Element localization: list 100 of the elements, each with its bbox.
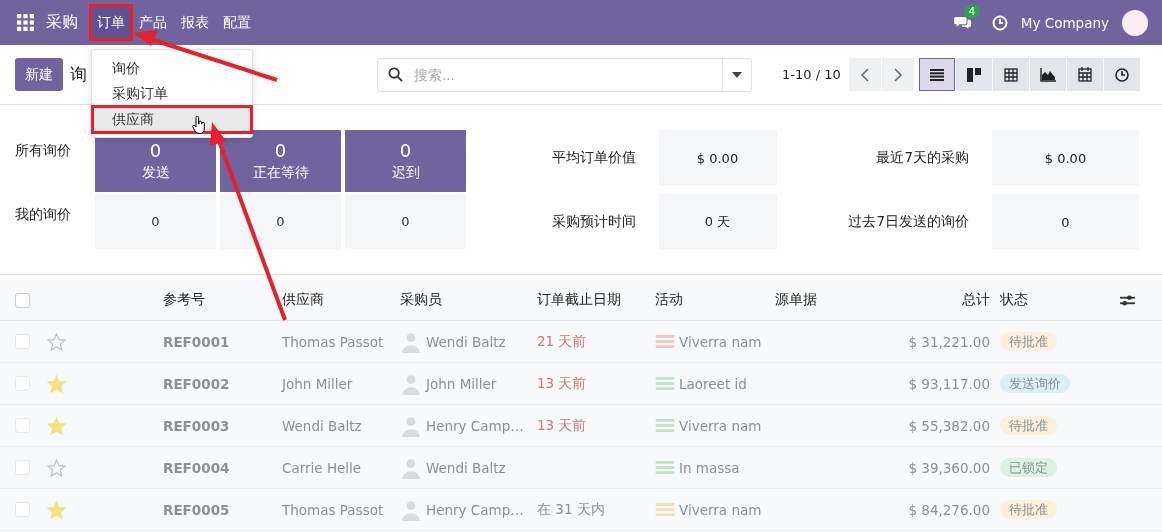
- apps-menu-icon[interactable]: [17, 14, 34, 31]
- star-icon[interactable]: [47, 332, 66, 351]
- clock-icon[interactable]: [991, 14, 1008, 31]
- row-checkbox[interactable]: [15, 334, 30, 349]
- stat-row-label: 所有询价: [15, 141, 72, 160]
- column-header[interactable]: 供应商: [282, 291, 400, 309]
- activity-view-button[interactable]: [1103, 58, 1140, 91]
- row-checkbox[interactable]: [15, 418, 30, 433]
- nav-menu-item[interactable]: 产品: [132, 5, 174, 40]
- person-icon: [400, 372, 422, 395]
- caret-icon[interactable]: [732, 71, 742, 78]
- stat-label: 平均订单价值: [550, 149, 636, 167]
- stat-tile[interactable]: 0 正在等待: [220, 130, 341, 192]
- activity-icon[interactable]: [655, 419, 675, 432]
- table-cell-text: $ 93,117.00: [907, 375, 991, 392]
- table-cell-text: REF0003: [163, 417, 231, 434]
- row-checkbox[interactable]: [15, 460, 30, 475]
- activity-summary: In massa: [679, 459, 740, 476]
- stat-row-label: 我的询价: [15, 205, 72, 224]
- pivot-view-button[interactable]: [992, 58, 1029, 91]
- person-icon: [400, 414, 422, 437]
- row-checkbox[interactable]: [15, 376, 30, 391]
- stat-tile[interactable]: 0 迟到: [345, 130, 466, 192]
- area-chart-icon: [1039, 67, 1056, 82]
- person-icon: [400, 498, 422, 521]
- activity-summary: Viverra nam: [679, 417, 762, 434]
- table-cell-text: $ 84,276.00: [907, 501, 991, 518]
- page-title: 询: [70, 63, 87, 86]
- kanban-icon: [966, 67, 981, 82]
- column-header[interactable]: 采购员: [400, 291, 537, 309]
- table-cell-text: Thomas Passot: [282, 333, 385, 350]
- graph-view-button[interactable]: [1029, 58, 1066, 91]
- table-cell-text: REF0001: [163, 333, 231, 350]
- stat-tile[interactable]: 0: [345, 194, 466, 249]
- column-header[interactable]: 源单据: [775, 291, 895, 309]
- row-checkbox[interactable]: [15, 502, 30, 517]
- stat-label: 采购预计时间: [550, 213, 636, 231]
- status-tag: 待批准: [1000, 331, 1057, 351]
- chevron-left-icon: [860, 67, 869, 82]
- person-icon: [400, 456, 422, 479]
- column-header[interactable]: 总计: [895, 291, 1000, 309]
- app-name[interactable]: 采购: [46, 12, 78, 33]
- status-tag: 已锁定: [1000, 457, 1057, 477]
- stat-tile[interactable]: 0: [95, 194, 216, 249]
- buyer-name: Wendi Baltz: [426, 333, 506, 350]
- list-view-button[interactable]: [918, 58, 955, 91]
- column-header[interactable]: 订单截止日期: [537, 291, 655, 309]
- star-icon[interactable]: [47, 374, 66, 393]
- message-count-badge: 4: [963, 5, 981, 18]
- new-button[interactable]: 新建: [15, 58, 63, 91]
- table-cell-text: $ 39,360.00: [907, 459, 991, 476]
- user-avatar[interactable]: [1122, 9, 1148, 36]
- column-header[interactable]: 参考号: [163, 291, 282, 309]
- activity-icon[interactable]: [655, 377, 675, 390]
- table-cell-text: Thomas Passot: [282, 501, 385, 518]
- table-cell-text: 在 31 天内: [537, 500, 606, 519]
- previous-page-button[interactable]: [848, 58, 881, 91]
- activity-summary: Laoreet id: [679, 375, 747, 392]
- nav-menu-item[interactable]: 订单: [90, 5, 132, 40]
- table-cell-text: $ 31,221.00: [907, 333, 991, 350]
- activity-summary: Viverra nam: [679, 501, 762, 518]
- dropdown-menu-item[interactable]: 供应商: [92, 106, 252, 133]
- status-tag: 发送询价: [1000, 373, 1070, 393]
- table-cell-text: REF0005: [163, 501, 231, 518]
- column-header[interactable]: 活动: [655, 291, 775, 309]
- select-all-checkbox[interactable]: [15, 292, 30, 308]
- star-icon[interactable]: [47, 458, 66, 477]
- nav-menu-item[interactable]: 配置: [216, 5, 258, 40]
- kanban-view-button[interactable]: [955, 58, 992, 91]
- table-cell-text: REF0004: [163, 459, 231, 476]
- buyer-name: Henry Camp…: [426, 417, 524, 434]
- company-name[interactable]: My Company: [1020, 14, 1109, 31]
- table-cell-text: 21 天前: [537, 332, 588, 351]
- stat-tile[interactable]: 0: [220, 194, 341, 249]
- table-cell-text: Carrie Helle: [282, 459, 363, 476]
- nav-menu-item[interactable]: 报表: [174, 5, 216, 40]
- calendar-view-button[interactable]: [1066, 58, 1103, 91]
- dropdown-menu-item[interactable]: 询价: [92, 56, 252, 81]
- star-icon[interactable]: [47, 500, 66, 519]
- status-tag: 待批准: [1000, 415, 1057, 435]
- dropdown-menu-item[interactable]: 采购订单: [92, 81, 252, 106]
- column-settings-icon[interactable]: [1120, 293, 1135, 307]
- activity-icon[interactable]: [655, 335, 675, 348]
- clock-icon: [1114, 67, 1129, 82]
- status-tag: 待批准: [1000, 499, 1057, 519]
- activity-icon[interactable]: [655, 461, 675, 474]
- stat-value: $ 0.00: [658, 130, 777, 186]
- pager-value[interactable]: 1-10 / 10: [782, 67, 841, 82]
- table-cell-text: 13 天前: [537, 416, 588, 435]
- column-header[interactable]: 状态: [1000, 291, 1120, 309]
- activity-icon[interactable]: [655, 503, 675, 516]
- stat-value: $ 0.00: [992, 130, 1139, 186]
- table-cell-text: John Miller: [282, 375, 354, 392]
- chat-icon[interactable]: [953, 15, 972, 30]
- search-field[interactable]: 搜索...: [377, 57, 752, 92]
- star-icon[interactable]: [47, 416, 66, 435]
- stat-label: 过去7日发送的询价: [847, 213, 969, 231]
- buyer-name: John Miller: [426, 375, 497, 392]
- table-cell-text: $ 55,382.00: [907, 417, 991, 434]
- table-cell-text: 13 天前: [537, 374, 588, 393]
